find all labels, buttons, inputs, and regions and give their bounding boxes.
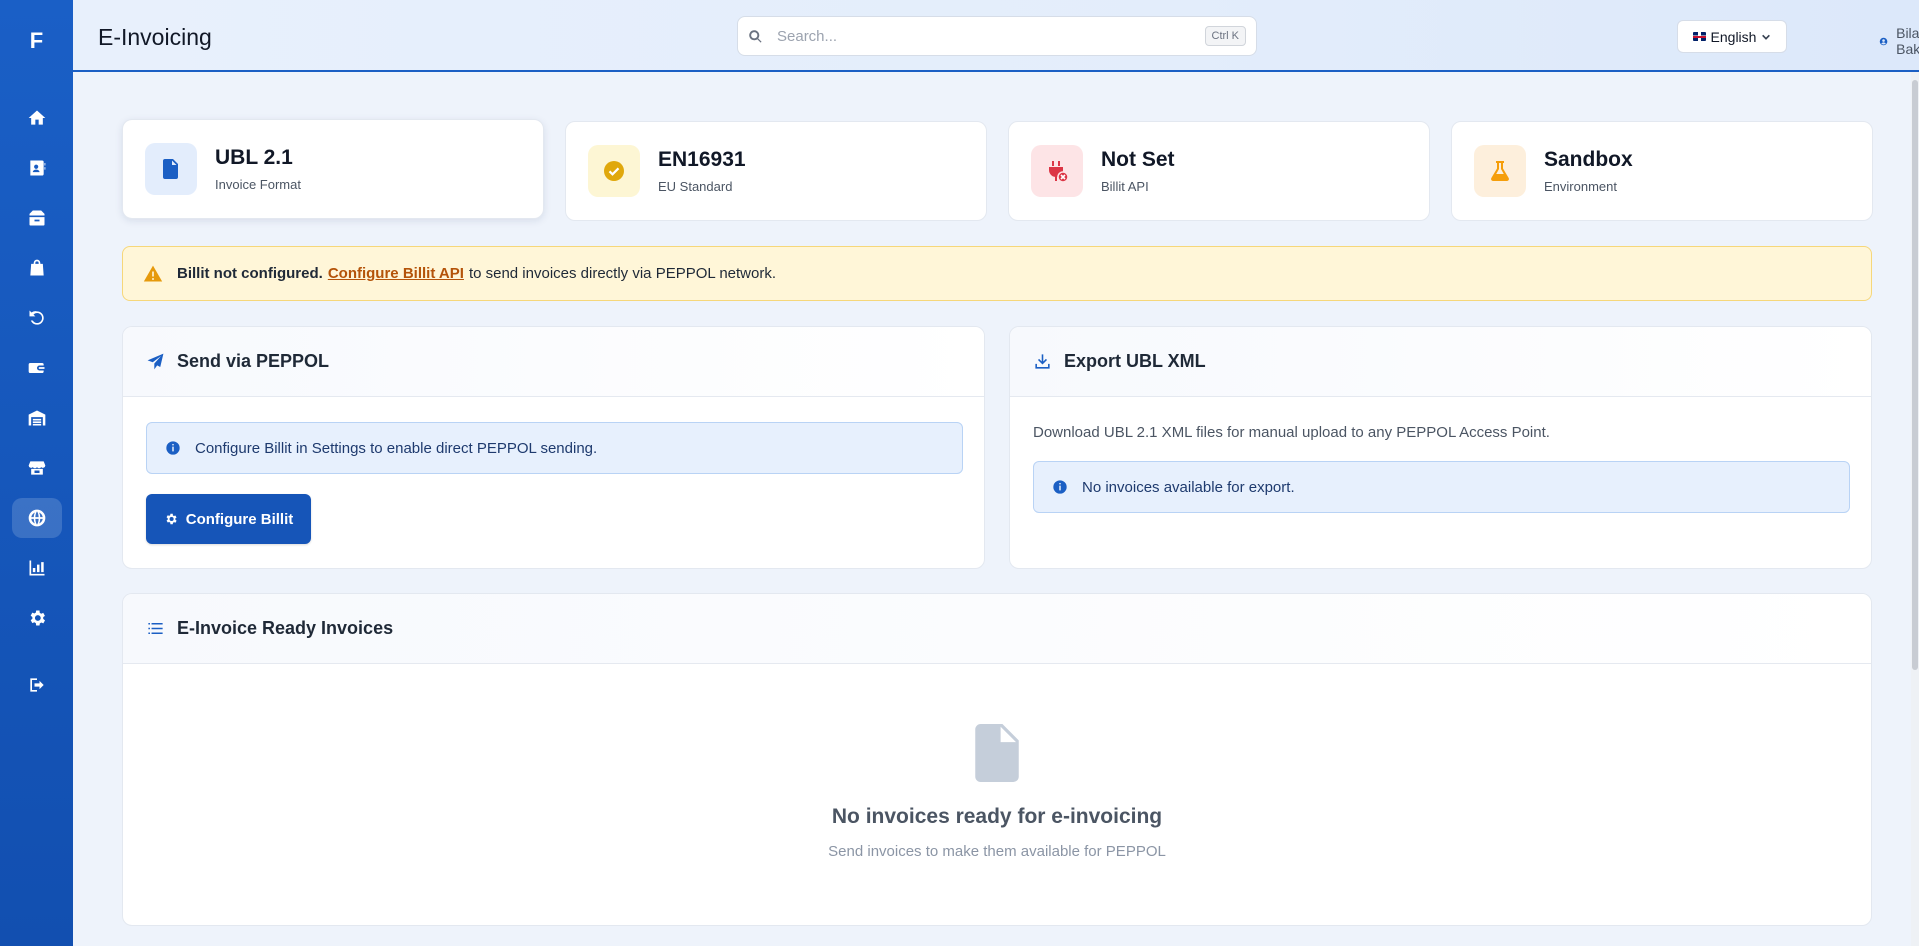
page-scrollbar-thumb[interactable] [1912,80,1918,670]
home-icon [28,110,46,125]
stat-value: UBL 2.1 [215,146,293,169]
search-icon [749,29,762,43]
e-invoice-ready-panel: E-Invoice Ready Invoices No invoices rea… [122,593,1872,926]
stat-value: Not Set [1101,148,1175,171]
panel-title: Send via PEPPOL [177,351,330,371]
panel-title: Export UBL XML [1064,351,1206,371]
check-circle-icon [604,161,624,181]
sidebar-item-payments[interactable] [12,348,62,388]
panel-header: Export UBL XML [1010,327,1871,397]
search-box[interactable]: Ctrl K [737,16,1257,56]
stat-label: EU Standard [658,179,733,194]
logout-icon [30,678,44,692]
language-label: English [1710,28,1757,45]
info-text: No invoices available for export. [1082,478,1295,496]
alert-bold-text: Billit not configured. [177,265,323,282]
file-invoice-icon [975,724,1019,782]
sidebar-item-returns[interactable] [12,298,62,338]
page-title: E-Invoicing [98,24,212,50]
sidebar-item-e-invoicing[interactable] [12,498,62,538]
user-name: Bilal Bakir [1896,25,1919,57]
stat-icon-box [1474,145,1526,197]
globe-icon [28,509,46,527]
warning-triangle-icon [143,265,163,281]
billit-warning-alert: Billit not configured. Configure Billit … [122,246,1872,301]
undo-icon [29,310,44,325]
sidebar-item-contacts[interactable] [12,148,62,188]
stat-label: Invoice Format [215,177,301,192]
info-text: Configure Billit in Settings to enable d… [195,439,598,457]
search-input[interactable] [775,26,1205,46]
wallet-icon [28,363,45,373]
shopping-bag-icon [30,259,44,276]
list-icon [148,622,163,635]
stat-icon-box [145,143,197,195]
search-shortcut-badge: Ctrl K [1204,26,1246,46]
export-ubl-xml-panel: Export UBL XML Download UBL 2.1 XML file… [1009,326,1872,569]
alert-text: to send invoices directly via PEPPOL net… [468,265,777,282]
empty-state: No invoices ready for e-invoicing Send i… [123,724,1871,860]
panel-title: E-Invoice Ready Invoices [177,618,394,638]
chart-icon [29,560,45,576]
flask-icon [1491,161,1509,182]
stat-value: EN16931 [658,148,746,171]
sidebar-item-home[interactable] [12,98,62,138]
gear-icon [30,610,45,626]
language-selector[interactable]: English [1677,20,1787,53]
empty-state-title: No invoices ready for e-invoicing [831,805,1163,828]
panel-header: Send via PEPPOL [123,327,984,397]
file-code-icon [163,159,178,179]
stat-icon-box [1031,145,1083,197]
paper-plane-icon [147,353,164,370]
download-icon [1035,354,1050,369]
send-via-peppol-panel: Send via PEPPOL Configure Billit in Sett… [122,326,985,569]
export-info-box: No invoices available for export. [1033,461,1850,513]
stat-label: Billit API [1101,179,1149,194]
stat-label: Environment [1544,179,1617,194]
box-icon [29,210,45,226]
panel-header: E-Invoice Ready Invoices [123,594,1871,664]
sidebar-item-reports[interactable] [12,548,62,588]
sidebar-item-logout[interactable] [12,665,62,705]
info-circle-icon [1053,480,1067,494]
user-menu[interactable]: Bilal Bakir [1879,25,1919,57]
sidebar: F [0,0,73,946]
uk-flag-icon [1692,32,1706,41]
user-circle-icon [1879,37,1888,45]
configure-billit-api-link[interactable]: Configure Billit API [328,265,464,282]
sidebar-item-warehouse[interactable] [12,398,62,438]
button-label: Configure Billit [185,510,294,528]
stat-card-billit-api: Not Set Billit API [1008,121,1430,221]
stat-value: Sandbox [1544,148,1633,171]
contacts-icon [30,160,46,176]
chevron-down-icon [1762,34,1771,40]
stat-icon-box [588,145,640,197]
plug-x-icon [1049,161,1069,183]
warehouse-icon [28,410,46,426]
configure-billit-button[interactable]: Configure Billit [146,494,311,544]
store-icon [28,461,46,475]
gear-icon [166,513,177,525]
info-circle-icon [166,441,180,455]
export-description: Download UBL 2.1 XML files for manual up… [1033,424,1550,441]
stat-card-environment: Sandbox Environment [1451,121,1873,221]
sidebar-item-products[interactable] [12,198,62,238]
top-bar: E-Invoicing Ctrl K English Bilal Bakir [73,0,1919,72]
empty-state-subtitle: Send invoices to make them available for… [828,843,1166,860]
peppol-info-box: Configure Billit in Settings to enable d… [146,422,963,474]
sidebar-item-settings[interactable] [12,598,62,638]
stat-card-invoice-format: UBL 2.1 Invoice Format [122,119,544,219]
stat-card-eu-standard: EN16931 EU Standard [565,121,987,221]
sidebar-item-store[interactable] [12,448,62,488]
app-logo[interactable]: F [0,0,73,82]
sidebar-item-purchases[interactable] [12,248,62,288]
